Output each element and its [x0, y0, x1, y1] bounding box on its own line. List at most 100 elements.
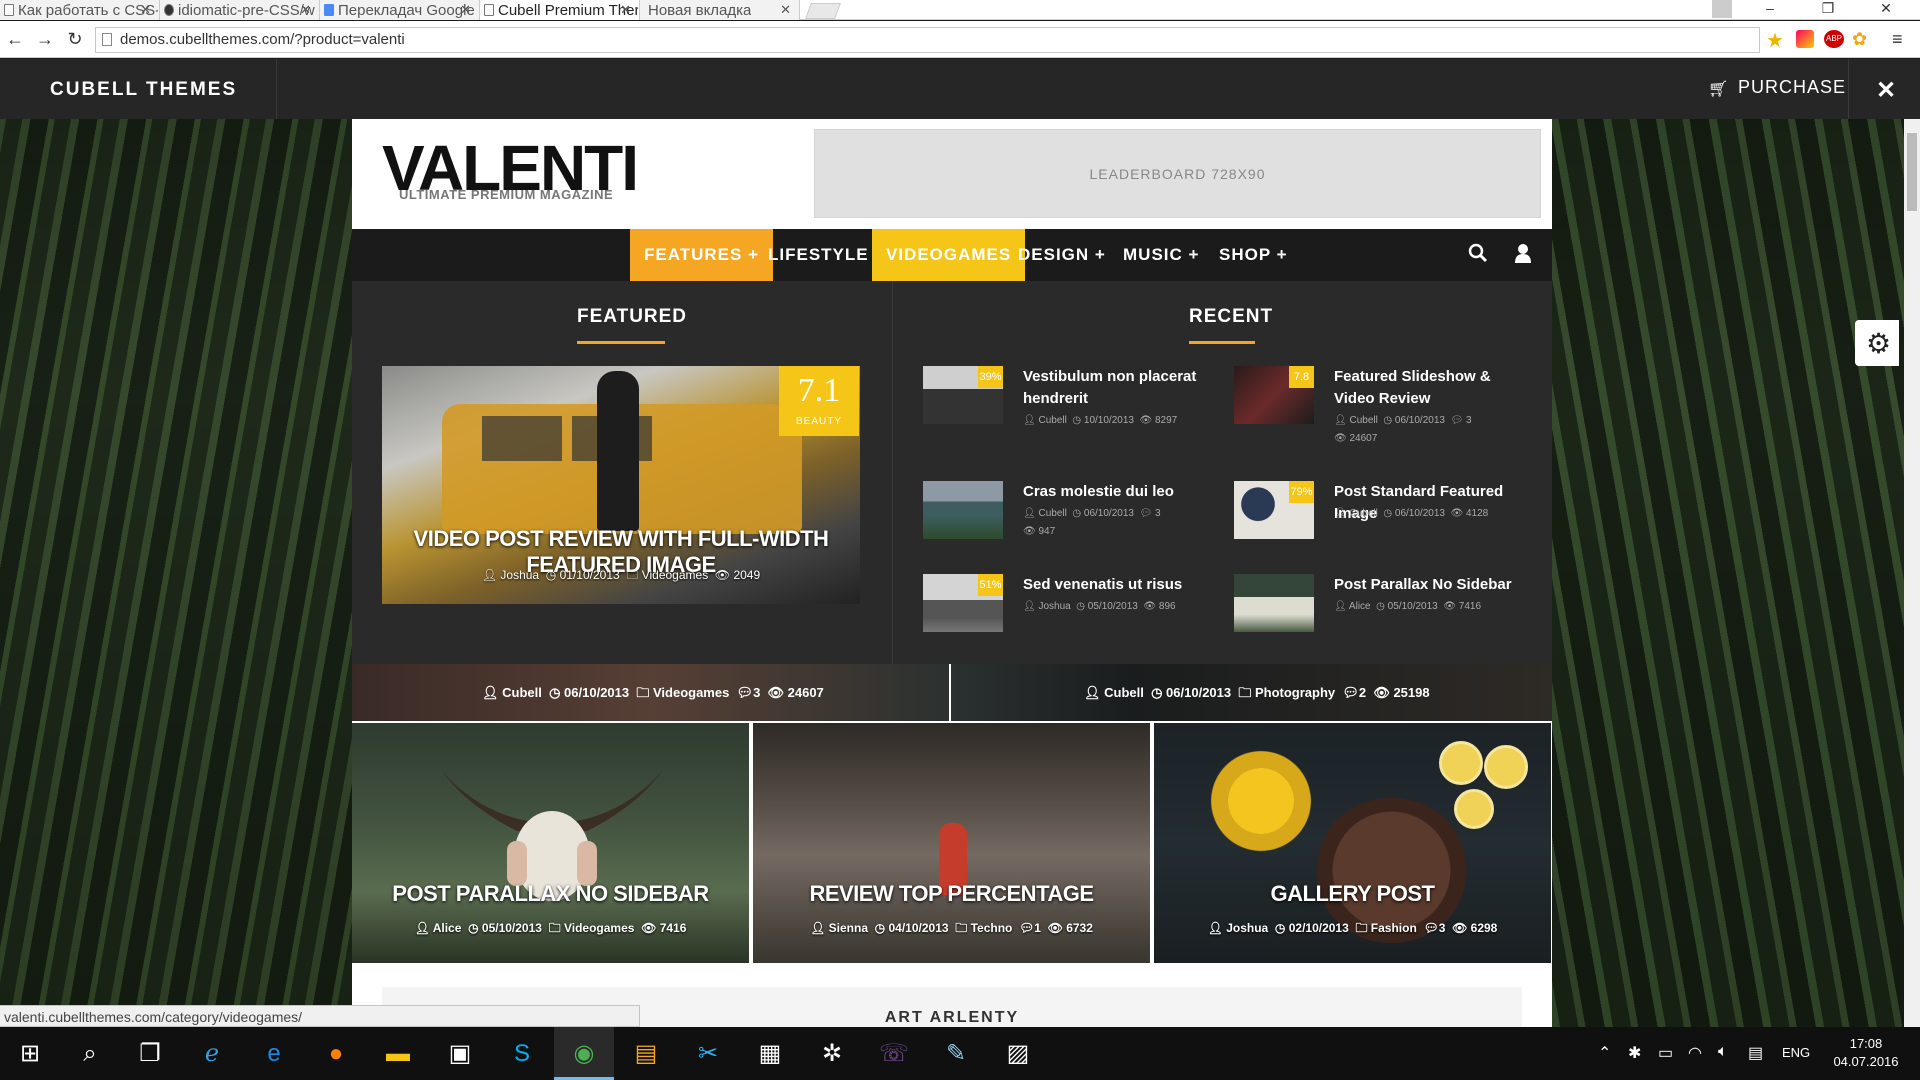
browser-tab[interactable]: Переклaдач Google ✕	[320, 0, 480, 20]
meta-author[interactable]: Cubell	[1038, 508, 1066, 519]
paint-icon[interactable]: ✎	[926, 1027, 986, 1080]
meta-category[interactable]: Techno	[971, 921, 1013, 935]
extension-puzzle-icon[interactable]: ✿	[1852, 30, 1870, 48]
meta-category[interactable]: Photography	[1255, 685, 1335, 700]
page-icon	[4, 4, 14, 16]
close-icon[interactable]: ✕	[780, 2, 791, 18]
internet-explorer-icon[interactable]: ℯ	[182, 1027, 242, 1080]
firefox-icon[interactable]: ●	[306, 1027, 366, 1080]
browser-tab[interactable]: Как работать с CSS- ✕	[0, 0, 160, 20]
scrollbar-thumb[interactable]	[1907, 133, 1917, 211]
notifications-icon[interactable]: ▤	[1748, 1043, 1763, 1063]
back-icon[interactable]: ←	[4, 29, 26, 50]
meta-category[interactable]: Fashion	[1371, 921, 1417, 935]
photos-icon[interactable]: ▨	[988, 1027, 1048, 1080]
nav-features[interactable]: FEATURES +	[630, 229, 774, 281]
browser-tab-active[interactable]: Cubell Premium Ther ✕	[480, 0, 640, 20]
featured-post-card[interactable]: 7.1 BEAUTY VIDEO POST REVIEW WITH FULL-W…	[382, 366, 860, 604]
meta-author[interactable]: Cubell	[502, 685, 542, 700]
forward-icon[interactable]: →	[34, 29, 56, 50]
clock[interactable]: 17:08 04.07.2016	[1826, 1035, 1906, 1071]
task-view-icon[interactable]: ❐	[120, 1027, 180, 1080]
close-icon[interactable]: ✕	[620, 2, 631, 18]
purchase-button[interactable]: 🛒︎ PURCHASE	[1708, 77, 1858, 103]
wifi-icon[interactable]: ◠	[1688, 1043, 1702, 1063]
tile-title[interactable]: REVIEW TOP PERCENTAGE	[753, 881, 1150, 907]
chrome-icon[interactable]: ◉	[554, 1027, 614, 1080]
meta-author[interactable]: Cubell	[1038, 415, 1066, 426]
show-hidden-icons[interactable]: ⌃	[1598, 1043, 1611, 1063]
nav-shop[interactable]: SHOP +	[1205, 229, 1302, 281]
file-explorer-icon[interactable]: ▬	[368, 1027, 428, 1080]
adblock-icon[interactable]: ABP	[1824, 30, 1844, 48]
reload-icon[interactable]: ↻	[64, 29, 86, 50]
meta-category[interactable]: Videogames	[564, 921, 634, 935]
recent-thumb[interactable]: 7.8	[1234, 366, 1314, 424]
close-window-button[interactable]: ✕	[1866, 0, 1906, 20]
close-demo-icon[interactable]: ✕	[1876, 76, 1896, 105]
meta-author[interactable]: Cubell	[1104, 685, 1144, 700]
recent-title[interactable]: Sed venenatis ut risus	[1023, 574, 1223, 596]
close-icon[interactable]: ✕	[300, 2, 311, 18]
store-icon[interactable]: ▣	[430, 1027, 490, 1080]
cubell-logo[interactable]: CUBELL THEMES	[50, 79, 237, 101]
search-icon[interactable]	[1468, 243, 1488, 269]
page-scrollbar[interactable]	[1904, 119, 1920, 1027]
menu-icon[interactable]: ≡	[1892, 29, 1903, 50]
language-indicator[interactable]: ENG	[1782, 1045, 1810, 1060]
close-icon[interactable]: ✕	[140, 2, 151, 18]
post-tile[interactable]: REVIEW TOP PERCENTAGE 👤︎ Sienna ◷ 04/10/…	[753, 723, 1150, 963]
meta-category[interactable]: Videogames	[642, 568, 709, 582]
nav-music[interactable]: MUSIC +	[1109, 229, 1213, 281]
volume-icon[interactable]: 🔈︎	[1718, 1043, 1728, 1061]
meta-category[interactable]: Videogames	[653, 685, 729, 700]
search-icon[interactable]: ⌕	[60, 1027, 120, 1080]
close-icon[interactable]: ✕	[460, 2, 471, 18]
nav-design[interactable]: DESIGN +	[1004, 229, 1120, 281]
meta-author[interactable]: Sienna	[829, 921, 868, 935]
recent-thumb[interactable]: 51%	[923, 574, 1003, 632]
bluetooth-icon[interactable]: ✱	[1628, 1043, 1641, 1063]
recent-title[interactable]: Featured Slideshow & Video Review	[1334, 366, 1534, 410]
recent-title[interactable]: Cras molestie dui leo	[1023, 481, 1223, 503]
extension-icon[interactable]	[1796, 30, 1814, 48]
calculator-icon[interactable]: ▦	[740, 1027, 800, 1080]
start-button[interactable]: ⊞	[0, 1027, 60, 1080]
recent-thumb[interactable]: 79%	[1234, 481, 1314, 539]
meta-author[interactable]: Joshua	[1226, 921, 1268, 935]
tile-title[interactable]: GALLERY POST	[1154, 881, 1551, 907]
new-tab-button[interactable]	[805, 3, 841, 19]
meta-author[interactable]: Alice	[1349, 601, 1371, 612]
battery-icon[interactable]: ▭	[1658, 1043, 1673, 1063]
address-bar[interactable]: demos.cubellthemes.com/?product=valenti	[95, 27, 1760, 53]
skype-icon[interactable]: S	[492, 1027, 552, 1080]
edge-icon[interactable]: e	[244, 1027, 304, 1080]
tile-title[interactable]: POST PARALLAX NO SIDEBAR	[352, 881, 749, 907]
meta-author[interactable]: Joshua	[500, 568, 539, 582]
settings-panel-toggle[interactable]: ⚙	[1855, 320, 1899, 366]
app-icon[interactable]: ✲	[802, 1027, 862, 1080]
minimize-button[interactable]: –	[1750, 0, 1790, 20]
bookmark-star-icon[interactable]: ★	[1766, 28, 1784, 53]
recent-thumb[interactable]	[923, 481, 1003, 539]
user-profile-icon[interactable]	[1712, 0, 1732, 18]
browser-tab[interactable]: Новая вкладка ✕	[640, 0, 800, 20]
user-icon[interactable]	[1514, 243, 1532, 269]
post-tile[interactable]: POST PARALLAX NO SIDEBAR 👤︎ Alice ◷ 05/1…	[352, 723, 749, 963]
meta-author[interactable]: Joshua	[1038, 601, 1070, 612]
meta-author[interactable]: Cubell	[1349, 508, 1377, 519]
nav-videogames[interactable]: VIDEOGAMES	[872, 229, 1026, 281]
restore-button[interactable]: ❐	[1808, 0, 1848, 20]
recent-thumb[interactable]: 39%	[923, 366, 1003, 424]
browser-tab[interactable]: idiomatic-pre-CSS/w ✕	[160, 0, 320, 20]
viber-icon[interactable]: ☏	[864, 1027, 924, 1080]
sublime-icon[interactable]: ▤	[616, 1027, 676, 1080]
leaderboard-ad[interactable]: LEADERBOARD 728X90	[814, 129, 1541, 218]
post-tile[interactable]: GALLERY POST 👤︎ Joshua ◷ 02/10/2013 🗀︎ F…	[1154, 723, 1551, 963]
meta-author[interactable]: Alice	[433, 921, 462, 935]
recent-title[interactable]: Vestibulum non placerat hendrerit	[1023, 366, 1223, 410]
snipping-tool-icon[interactable]: ✂	[678, 1027, 738, 1080]
meta-author[interactable]: Cubell	[1349, 415, 1377, 426]
recent-title[interactable]: Post Parallax No Sidebar	[1334, 574, 1534, 596]
recent-thumb[interactable]	[1234, 574, 1314, 632]
